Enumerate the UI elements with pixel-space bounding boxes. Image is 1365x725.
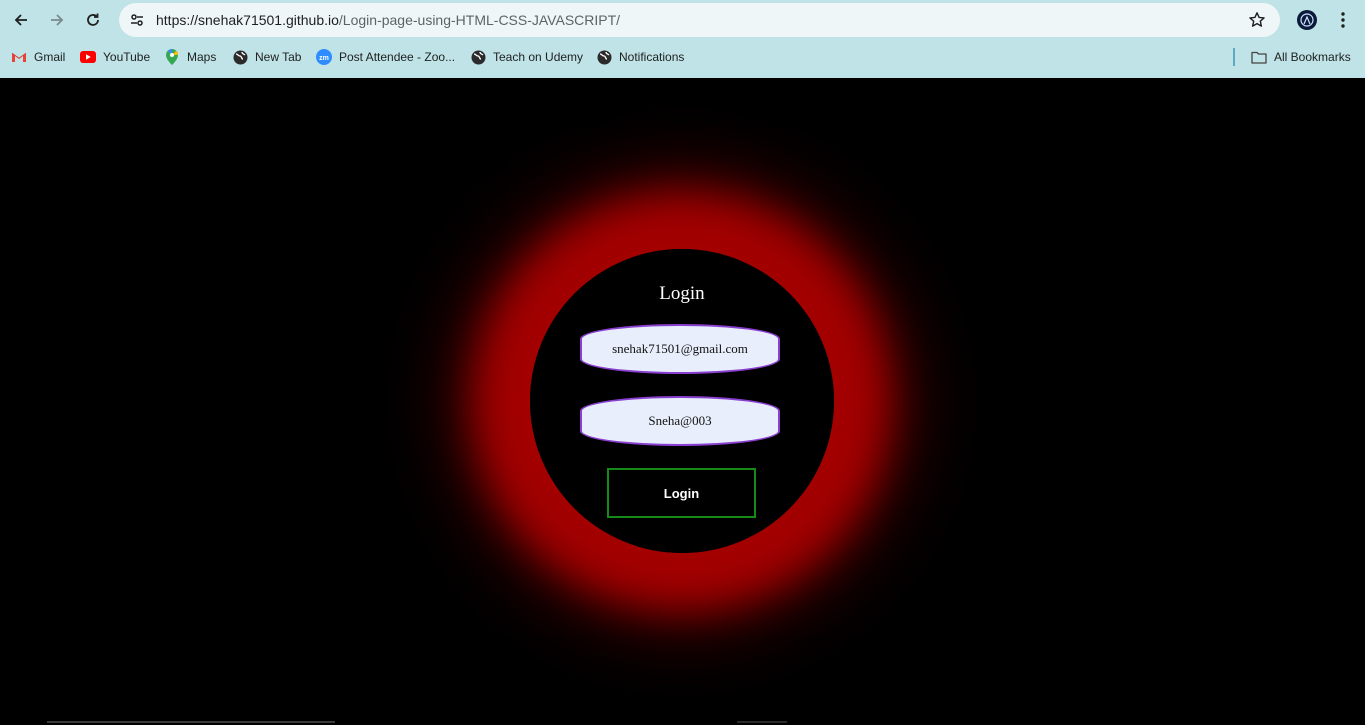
login-form: Login snehak71501@gmail.com Sneha@003 Lo… <box>530 249 834 553</box>
globe-icon <box>470 49 486 65</box>
bookmark-zoom[interactable]: zm Post Attendee - Zoo... <box>316 46 455 68</box>
browser-chrome: https://snehak71501.github.io/Login-page… <box>0 0 1365 78</box>
horizontal-scrollbar[interactable] <box>47 721 335 723</box>
arrow-left-icon <box>14 14 27 26</box>
password-field[interactable]: Sneha@003 <box>580 396 780 446</box>
bookmarks-divider <box>1233 48 1235 66</box>
url-path: /Login-page-using-HTML-CSS-JAVASCRIPT/ <box>338 12 621 28</box>
profile-avatar[interactable] <box>1297 10 1317 30</box>
email-field[interactable]: snehak71501@gmail.com <box>580 324 780 374</box>
bookmark-label: YouTube <box>103 50 151 64</box>
star-icon <box>1249 12 1265 27</box>
reload-icon <box>87 13 99 26</box>
site-info-button[interactable] <box>125 8 149 32</box>
svg-text:zm: zm <box>319 55 329 62</box>
folder-icon <box>1251 49 1267 65</box>
all-bookmarks-label: All Bookmarks <box>1274 50 1351 64</box>
browser-menu-button[interactable] <box>1332 8 1354 32</box>
bookmark-teach-udemy[interactable]: Teach on Udemy <box>470 46 583 68</box>
tune-icon <box>131 14 143 26</box>
url-text[interactable]: https://snehak71501.github.io/Login-page… <box>156 12 620 28</box>
back-button[interactable] <box>7 6 35 34</box>
bookmark-label: Gmail <box>34 50 66 64</box>
gmail-icon <box>11 49 27 65</box>
bookmark-label: Maps <box>187 50 217 64</box>
bookmark-label: New Tab <box>255 50 302 64</box>
bookmark-youtube[interactable]: YouTube <box>80 46 150 68</box>
zoom-icon: zm <box>316 49 332 65</box>
avatar-icon <box>1300 13 1314 27</box>
browser-toolbar: https://snehak71501.github.io/Login-page… <box>0 0 1365 40</box>
youtube-icon <box>80 49 96 65</box>
forward-button[interactable] <box>43 6 71 34</box>
globe-icon <box>232 49 248 65</box>
arrow-right-icon <box>51 14 64 26</box>
bookmark-gmail[interactable]: Gmail <box>11 46 65 68</box>
bookmark-new-tab[interactable]: New Tab <box>232 46 301 68</box>
bookmark-maps[interactable]: Maps <box>164 46 216 68</box>
page-content: Login snehak71501@gmail.com Sneha@003 Lo… <box>0 78 1365 725</box>
all-bookmarks-button[interactable]: All Bookmarks <box>1251 46 1351 68</box>
globe-icon <box>596 49 612 65</box>
bookmark-label: Notifications <box>619 50 685 64</box>
login-title: Login <box>659 283 705 304</box>
login-button[interactable]: Login <box>607 468 756 518</box>
address-bar[interactable]: https://snehak71501.github.io/Login-page… <box>119 3 1280 37</box>
reload-button[interactable] <box>79 6 107 34</box>
bookmarks-bar: Gmail YouTube Maps New Tab zm Post Atten… <box>0 44 1365 70</box>
url-host: https://snehak71501.github.io <box>156 12 339 28</box>
bookmark-star-button[interactable] <box>1246 9 1268 31</box>
bookmark-label: Post Attendee - Zoo... <box>339 50 456 64</box>
scroll-track-segment <box>737 721 787 723</box>
bookmark-notifications[interactable]: Notifications <box>596 46 684 68</box>
more-vert-icon <box>1341 12 1345 28</box>
maps-icon <box>164 49 180 65</box>
bookmark-label: Teach on Udemy <box>493 50 584 64</box>
